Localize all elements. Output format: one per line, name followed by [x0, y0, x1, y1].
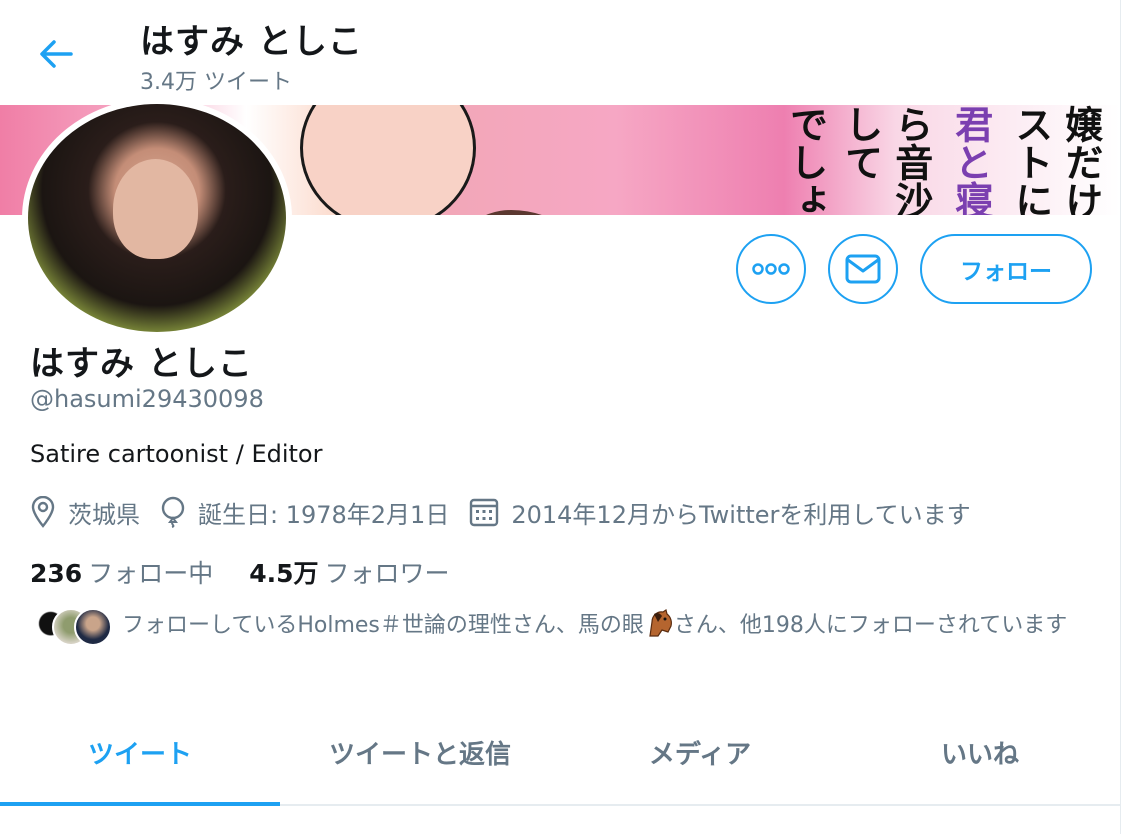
- message-button[interactable]: [828, 234, 898, 304]
- followers-count: 4.5万: [249, 559, 319, 588]
- banner-text: ら音沙汰: [888, 105, 934, 215]
- banner-text: 君と寝て: [948, 105, 994, 215]
- following-count: 236: [30, 559, 83, 588]
- following-link[interactable]: 236 フォロー中: [30, 554, 213, 590]
- banner-text: 嬢だけ: [1058, 105, 1104, 215]
- tab-tweets[interactable]: ツイート: [0, 700, 280, 806]
- profile-avatar[interactable]: [22, 98, 292, 338]
- display-name: はすみ としこ: [30, 344, 253, 384]
- profile-header: はすみ としこ 3.4万 ツイート: [0, 0, 1120, 105]
- banner-illustration-hair: [455, 210, 595, 215]
- calendar-icon: [470, 498, 499, 527]
- follow-stats: 236 フォロー中 4.5万 フォロワー: [30, 554, 486, 590]
- join-date: 2014年12月からTwitterを利用しています: [469, 495, 971, 530]
- tab-media[interactable]: メディア: [560, 700, 840, 804]
- birthday: 誕生日: 1978年2月1日: [160, 495, 449, 530]
- mutual-avatars: [30, 608, 112, 646]
- back-button[interactable]: [26, 24, 86, 84]
- following-label: フォロー中: [88, 559, 214, 588]
- banner-text: ストにた: [1008, 105, 1054, 215]
- banner-text: して: [838, 105, 884, 181]
- profile-tabs: ツイート ツイートと返信 メディア いいね: [0, 700, 1120, 806]
- more-button[interactable]: [736, 234, 806, 304]
- banner-illustration-face: [300, 105, 476, 215]
- more-icon: [752, 263, 790, 275]
- arrow-left-icon: [40, 40, 73, 68]
- birthday-text: 誕生日: 1978年2月1日: [198, 500, 450, 529]
- tab-likes[interactable]: いいね: [840, 700, 1120, 804]
- mail-icon: [845, 254, 881, 284]
- followed-by-text-end: さん、他198人にフォローされています: [673, 613, 1068, 638]
- balloon-icon: [161, 496, 185, 528]
- mutual-avatar: [74, 608, 112, 646]
- location-pin-icon: [31, 496, 55, 528]
- tab-tweets-and-replies[interactable]: ツイートと返信: [280, 700, 560, 804]
- location-text: 茨城県: [68, 500, 140, 529]
- banner-text: でしょ: [783, 105, 829, 215]
- location: 茨城県: [30, 495, 140, 530]
- join-date-text: 2014年12月からTwitterを利用しています: [511, 500, 971, 529]
- followers-label: フォロワー: [324, 559, 450, 588]
- profile-meta: 茨城県 誕生日: 1978年2月1日 2014年12月からTwitterを利用し…: [30, 494, 991, 530]
- header-title: はすみ としこ: [140, 22, 363, 62]
- follow-button[interactable]: フォロー: [920, 234, 1092, 304]
- followed-by-text-start: フォローしているHolmes＃世論の理性さん、馬の眼: [122, 613, 644, 638]
- followers-link[interactable]: 4.5万 フォロワー: [249, 554, 449, 590]
- followers-you-know[interactable]: フォローしているHolmes＃世論の理性さん、馬の眼 さん、他198人にフォロー…: [30, 608, 1090, 678]
- user-handle: @hasumi29430098: [30, 385, 264, 413]
- right-border: [1120, 0, 1121, 834]
- profile-bio: Satire cartoonist / Editor: [30, 440, 323, 468]
- followed-by-text: フォローしているHolmes＃世論の理性さん、馬の眼 さん、他198人にフォロー…: [122, 608, 1092, 643]
- tweet-count: 3.4万 ツイート: [140, 70, 292, 95]
- horse-face-icon: [649, 609, 672, 637]
